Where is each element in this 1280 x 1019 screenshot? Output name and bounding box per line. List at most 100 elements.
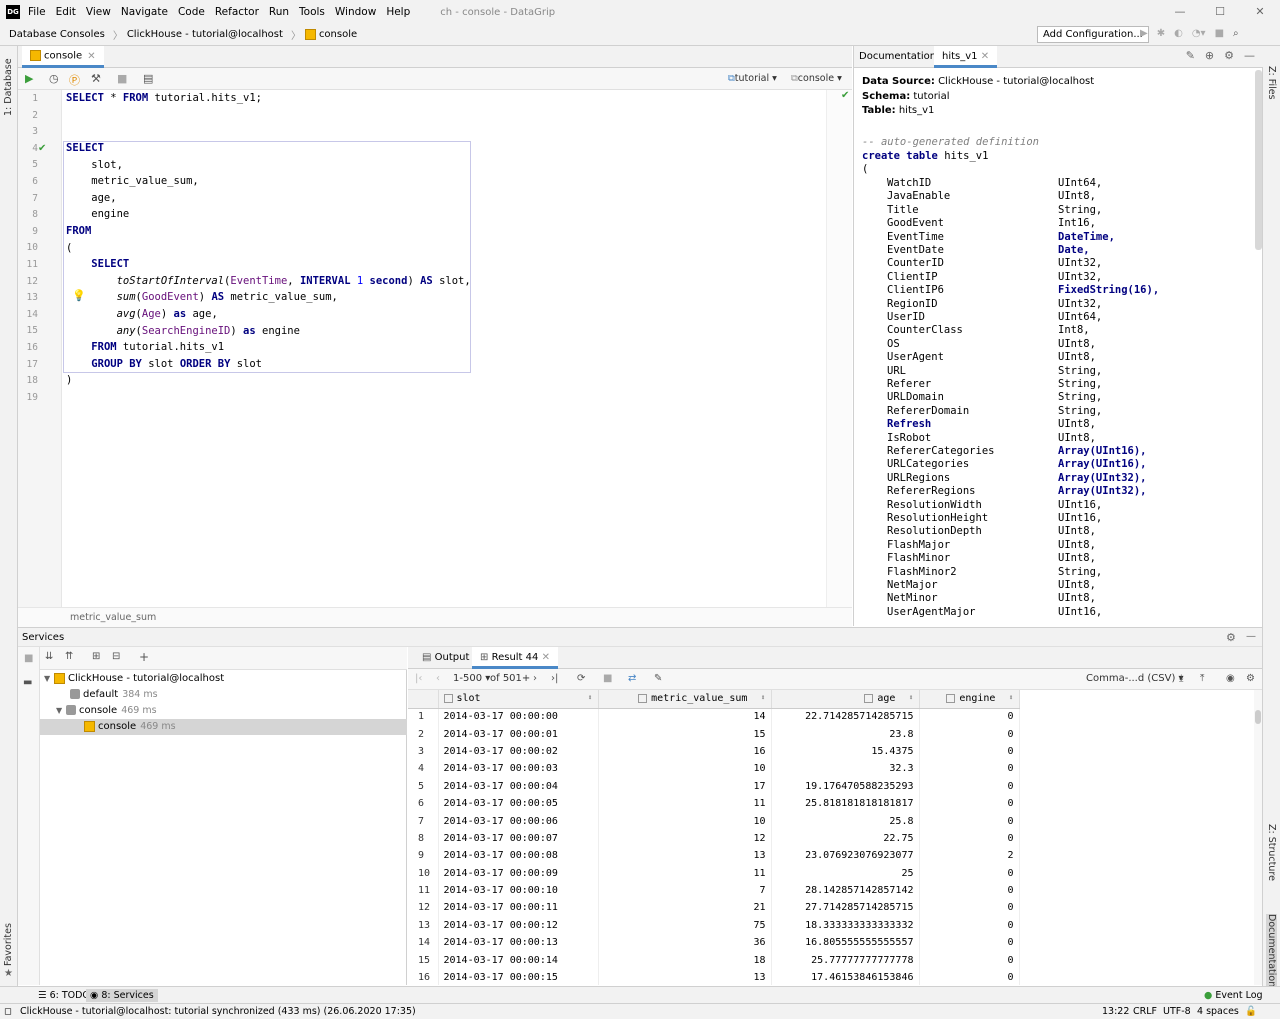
table-cell[interactable]: 2014-03-17 00:00:08 — [438, 847, 599, 865]
table-cell[interactable]: 17 — [598, 777, 772, 795]
table-row[interactable]: 9 2014-03-17 00:00:08 13 23.076923076923077… — [408, 847, 1020, 865]
tab-output[interactable]: ▤ Output — [414, 647, 477, 669]
status-indicator-icon[interactable]: ◻ — [4, 1006, 12, 1017]
menu-tools[interactable]: Tools — [299, 6, 325, 18]
table-cell[interactable]: 36 — [598, 934, 772, 952]
table-row[interactable]: 16 2014-03-17 00:00:15 13 17.46153846153846… — [408, 968, 1020, 985]
tree-node-console-group[interactable]: ▼ console 469 ms — [56, 703, 157, 719]
tab-console[interactable]: console ✕ — [22, 46, 104, 68]
event-log-tool-tab[interactable]: ● Event Log — [1200, 989, 1267, 1002]
table-cell[interactable]: 0 — [919, 760, 1020, 778]
table-row[interactable]: 5 2014-03-17 00:00:04 17 19.176470588235293… — [408, 777, 1020, 795]
table-row[interactable]: 8 2014-03-17 00:00:07 12 22.75 0 — [408, 829, 1020, 848]
last-page-icon[interactable]: ›| — [551, 673, 558, 684]
table-cell[interactable]: 27.714285714285715 — [771, 899, 920, 917]
menu-navigate[interactable]: Navigate — [121, 6, 168, 18]
caret-position[interactable]: 13:22 — [1102, 1006, 1129, 1017]
status-message[interactable]: ClickHouse - tutorial@localhost: tutoria… — [20, 1006, 416, 1017]
menu-run[interactable]: Run — [269, 6, 289, 18]
table-cell[interactable]: 2014-03-17 00:00:05 — [438, 794, 599, 813]
page-size-selector[interactable]: 1-500 ▾ — [453, 673, 490, 684]
tab-hits-v1[interactable]: hits_v1 ✕ — [934, 46, 998, 68]
close-icon[interactable]: ✕ — [1240, 0, 1280, 24]
table-row[interactable]: 10 2014-03-17 00:00:09 11 25 0 — [408, 864, 1020, 882]
table-cell[interactable]: 2014-03-17 00:00:15 — [438, 968, 599, 985]
table-cell[interactable]: 17.46153846153846 — [771, 968, 920, 985]
upload-icon[interactable]: ⤒ — [1200, 673, 1204, 684]
maximize-icon[interactable]: ☐ — [1200, 0, 1240, 24]
table-cell[interactable]: 0 — [919, 934, 1020, 952]
table-cell[interactable]: 11 — [598, 794, 772, 813]
prev-page-icon[interactable]: ‹ — [436, 673, 440, 684]
pin-icon[interactable]: ✎ — [654, 673, 662, 684]
doc-scrollbar[interactable] — [1255, 70, 1262, 250]
hide-icon[interactable]: — — [1246, 631, 1256, 642]
table-cell[interactable]: 23.8 — [771, 725, 920, 743]
table-cell[interactable]: 2014-03-17 00:00:07 — [438, 829, 599, 848]
table-cell[interactable]: 12 — [598, 829, 772, 848]
search-icon[interactable]: ⌕ — [1233, 28, 1239, 39]
table-cell[interactable]: 16 — [598, 742, 772, 761]
table-cell[interactable]: 2 — [919, 847, 1020, 865]
table-cell[interactable]: 2014-03-17 00:00:03 — [438, 760, 599, 778]
result-grid[interactable]: slot ⬍ metric_value_sum ⬍ age ⬍ engine ⬍ … — [408, 690, 1254, 985]
table-cell[interactable]: 0 — [919, 881, 1020, 900]
stop-icon[interactable]: ■ — [1215, 28, 1224, 39]
column-header-metric-value-sum[interactable]: metric_value_sum ⬍ — [598, 690, 772, 709]
tree-node-datasource[interactable]: ▼ ClickHouse - tutorial@localhost — [44, 671, 224, 687]
gear-icon[interactable]: ⚙ — [1226, 631, 1236, 644]
table-cell[interactable]: 25.8 — [771, 812, 920, 830]
table-cell[interactable]: 2014-03-17 00:00:02 — [438, 742, 599, 761]
structure-tool-tab[interactable]: Z: Structure — [1266, 824, 1277, 881]
todo-tool-tab[interactable]: ☰ 6: TODO — [34, 989, 94, 1002]
table-row[interactable]: 4 2014-03-17 00:00:03 10 32.3 0 — [408, 760, 1020, 778]
table-cell[interactable]: 0 — [919, 708, 1020, 726]
table-row[interactable]: 14 2014-03-17 00:00:13 36 16.80555555555555… — [408, 934, 1020, 952]
tx-icon[interactable]: ⇄ — [628, 673, 636, 684]
table-view-icon[interactable]: ▤ — [143, 72, 153, 85]
tree-node-default[interactable]: default 384 ms — [70, 687, 158, 703]
table-row[interactable]: 7 2014-03-17 00:00:06 10 25.8 0 — [408, 812, 1020, 830]
table-cell[interactable]: 13 — [598, 968, 772, 985]
coverage-icon[interactable]: ◐ — [1174, 28, 1183, 39]
menu-refactor[interactable]: Refactor — [215, 6, 259, 18]
file-encoding[interactable]: UTF-8 — [1163, 1006, 1191, 1017]
table-cell[interactable]: 2014-03-17 00:00:14 — [438, 951, 599, 969]
indent-setting[interactable]: 4 spaces — [1197, 1006, 1239, 1017]
table-cell[interactable]: 28.142857142857142 — [771, 881, 920, 900]
table-cell[interactable]: 2014-03-17 00:00:11 — [438, 899, 599, 917]
tab-result[interactable]: ⊞ Result 44 ✕ — [472, 647, 558, 669]
table-row[interactable]: 15 2014-03-17 00:00:14 18 25.77777777777778… — [408, 951, 1020, 969]
menu-code[interactable]: Code — [178, 6, 205, 18]
first-page-icon[interactable]: |‹ — [415, 673, 422, 684]
expand-all-icon[interactable]: ⇊ — [45, 651, 53, 662]
table-cell[interactable]: 2014-03-17 00:00:04 — [438, 777, 599, 795]
table-cell[interactable]: 2014-03-17 00:00:01 — [438, 725, 599, 743]
table-cell[interactable]: 25.77777777777778 — [771, 951, 920, 969]
sort-icon[interactable]: ⬍ — [1009, 693, 1014, 702]
table-cell[interactable]: 25.818181818181817 — [771, 794, 920, 813]
expand-icon[interactable]: ▼ — [56, 703, 66, 719]
table-cell[interactable]: 10 — [598, 812, 772, 830]
table-cell[interactable]: 2014-03-17 00:00:10 — [438, 881, 599, 900]
database-tool-tab[interactable]: 1: Database — [3, 56, 14, 116]
table-row[interactable]: 11 2014-03-17 00:00:10 7 28.142857142857142… — [408, 881, 1020, 900]
export-format-selector[interactable]: Comma-...d (CSV) ▾ — [1086, 673, 1184, 684]
table-cell[interactable]: 21 — [598, 899, 772, 917]
globe-icon[interactable]: ⊕ — [1205, 49, 1214, 62]
menu-edit[interactable]: Edit — [56, 6, 76, 18]
debug-icon[interactable]: ✱ — [1157, 28, 1165, 39]
close-tab-icon[interactable]: ✕ — [87, 51, 95, 62]
schema-selector[interactable]: ⧉tutorial ▾ — [728, 73, 777, 84]
tree-node-console[interactable]: console 469 ms — [40, 719, 407, 735]
stop-icon[interactable]: ■ — [117, 72, 127, 85]
table-cell[interactable]: 0 — [919, 968, 1020, 985]
files-tool-tab[interactable]: Z: Files — [1266, 66, 1277, 100]
stop-icon[interactable]: ■ — [603, 673, 612, 684]
column-header-engine[interactable]: engine ⬍ — [919, 690, 1020, 709]
gear-icon[interactable]: ⚙ — [1224, 49, 1234, 62]
edit-icon[interactable]: ✎ — [1186, 49, 1195, 62]
table-cell[interactable]: 10 — [598, 760, 772, 778]
table-cell[interactable]: 22.714285714285715 — [771, 708, 920, 726]
table-cell[interactable]: 0 — [919, 794, 1020, 813]
